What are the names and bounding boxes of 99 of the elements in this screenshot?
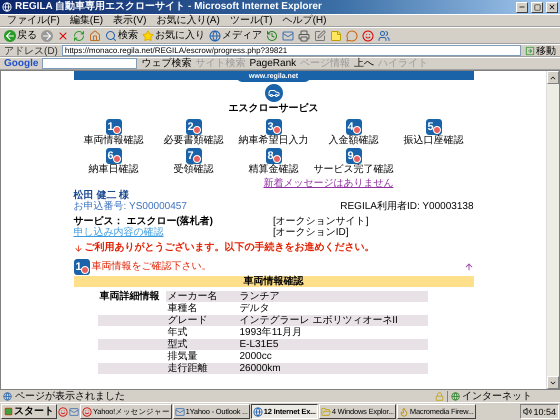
page-title: エスクローサービス [228,103,318,115]
menu-item[interactable]: 編集(E) [66,14,106,26]
page-top-icon[interactable] [464,262,474,272]
step-badge[interactable]: 3 [266,119,282,135]
step-label[interactable]: 精算金確認 [248,164,298,176]
field-value: ランチア [238,291,428,302]
field-value: 26000km [238,363,428,374]
go-button[interactable]: 移動 [525,44,556,58]
field-label: メーカー名 [166,291,238,302]
toolbar-button[interactable]: メディア [209,30,262,42]
mail-icon[interactable] [282,30,294,42]
people-icon[interactable] [378,30,390,42]
scrollbar[interactable] [546,71,559,389]
menu-item[interactable]: ヘルプ(H) [280,14,330,26]
auction-site: [オークションサイト] [272,216,369,227]
history-icon[interactable] [266,30,278,42]
note-icon[interactable] [330,30,342,42]
step-label[interactable]: 入金額確認 [328,135,378,147]
address-label: アドレス(D) [4,44,58,58]
mail-icon[interactable] [69,406,79,416]
field-label: グレード [166,315,238,326]
step-badge[interactable]: 2 [186,119,202,135]
speaker-icon [523,407,532,416]
section-band: 車両情報確認 [74,276,474,287]
close-icon [548,3,556,11]
step-label[interactable]: 納車希望日入力 [238,135,308,147]
maximize-button[interactable] [531,2,543,12]
application-number: お申込番号: YS00000457 [74,201,187,212]
clock: 10:54 [533,406,556,416]
field-label: 走行距離 [166,363,238,374]
step-label[interactable]: 納車日確認 [88,164,138,176]
smiley-icon[interactable] [58,406,68,416]
step-badge[interactable]: 7 [186,148,202,164]
step-label[interactable]: 振込口座確認 [404,135,464,147]
auction-id: [オークションID] [272,227,350,238]
step-badge: 1 [74,259,90,275]
google-toolbar-item[interactable]: PageRank [249,58,296,69]
step-badge[interactable]: 8 [266,148,282,164]
close-button[interactable] [546,2,558,12]
notice-text: ご利用ありがとうございます。以下の手続きをお進めください。 [84,242,374,254]
car-logo-icon [264,84,282,102]
print-icon[interactable] [298,30,310,42]
edit-icon[interactable] [314,30,326,42]
smiley-icon[interactable] [362,30,374,42]
start-button[interactable]: スタート [1,404,57,419]
step-label[interactable]: サービス完了確認 [314,164,394,176]
step-label[interactable]: 必要書類確認 [164,135,224,147]
menu-item[interactable]: お気に入り(A) [153,14,223,26]
status-text: ページが表示されました [15,390,126,402]
zone-label: インターネット [462,390,532,402]
step-badge[interactable]: 6 [106,148,122,164]
field-value: E-L31E5 [238,339,428,350]
browser-icon [2,2,12,12]
minimize-button[interactable] [516,2,528,12]
google-toolbar-item[interactable]: 上へ [354,58,374,69]
toolbar-button[interactable]: お気に入り [142,30,205,42]
mail-icon [174,406,185,416]
search-icon [105,30,117,42]
field-label: 型式 [166,339,238,350]
service-label: サービス： エスクロー(落札者) [74,216,213,227]
step-badge[interactable]: 5 [426,119,442,135]
address-field[interactable]: https://monaco.regila.net/REGILA/escrow/progress.php?39821 [62,45,521,56]
toolbar-button[interactable]: 戻る [4,30,37,42]
google-logo: Google [4,58,38,69]
lock-icon [435,392,444,400]
customer-name: 松田 健二 様 [74,190,130,201]
star-icon [142,30,154,42]
chat-icon[interactable] [346,30,358,42]
globe-icon [252,406,263,416]
step-badge[interactable]: 9 [346,148,362,164]
maximize-icon [534,4,540,10]
back-icon [4,30,16,42]
user-id: REGILA利用者ID: Y00003138 [340,201,474,212]
menu-item[interactable]: ファイル(F) [4,14,63,26]
forward-icon[interactable] [41,30,53,42]
flame-icon [398,406,409,416]
home-icon[interactable] [89,30,101,42]
step-label[interactable]: 受領確認 [174,164,214,176]
folder-icon [320,406,331,416]
down-arrow-icon [74,244,82,252]
step-badge[interactable]: 4 [346,119,362,135]
step-label[interactable]: 車両情報確認 [84,135,144,147]
page-icon [3,392,12,400]
globe-icon [451,392,460,400]
field-value: インテグラーレ エボリツィオーネII [238,315,428,326]
menu-item[interactable]: 表示(V) [110,14,150,26]
windows-logo-icon [4,407,13,416]
refresh-icon[interactable] [73,30,85,42]
globe-icon [209,30,221,42]
google-search-field[interactable] [42,58,138,69]
stop-icon[interactable] [57,30,69,42]
smiley-icon [82,406,92,416]
window-title: REGILA 自動車専用エスクローサイト - Microsoft Internet Explorer [15,1,323,13]
section-heading: 車両情報をご確認下さい。 [92,261,212,273]
toolbar-button[interactable]: 検索 [105,30,138,42]
step-badge[interactable]: 1 [106,119,122,135]
message-link[interactable]: 新着メッセージはありません [264,178,394,190]
menu-item[interactable]: ツール(T) [226,14,276,26]
google-toolbar-item[interactable]: ウェブ検索 [141,58,192,69]
